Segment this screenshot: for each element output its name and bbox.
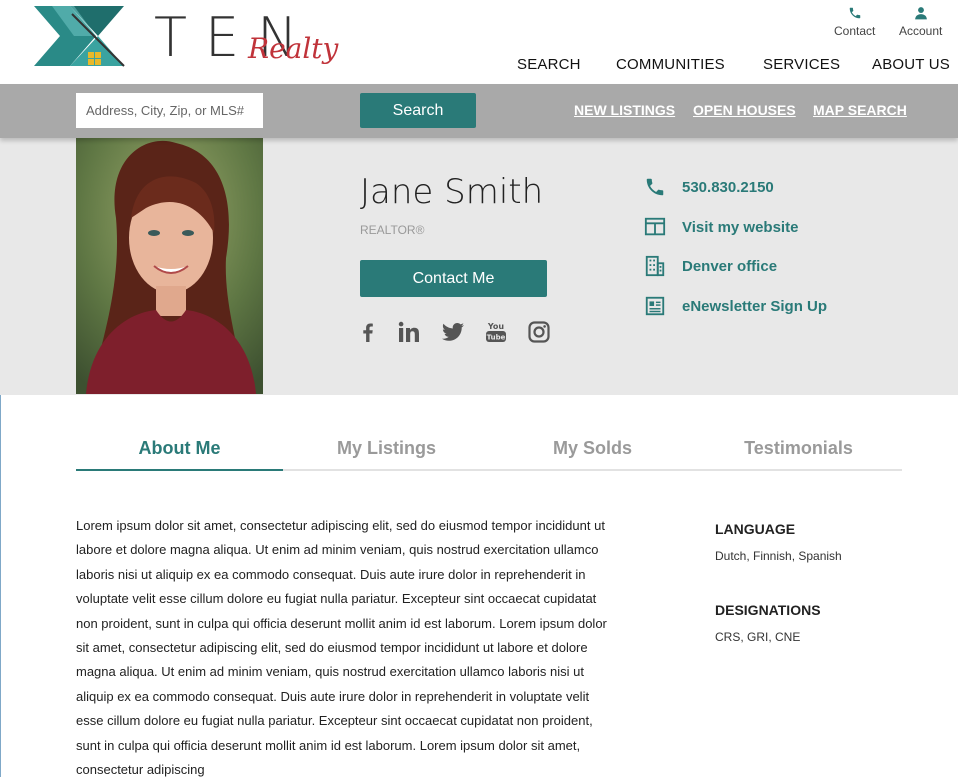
linkedin-icon (398, 321, 419, 342)
open-houses-link[interactable]: OPEN HOUSES (693, 102, 796, 118)
svg-text:Tube: Tube (487, 334, 506, 342)
map-search-link[interactable]: MAP SEARCH (813, 102, 907, 118)
agent-bio: Lorem ipsum dolor sit amet, consectetur … (76, 518, 607, 777)
nav-about-us[interactable]: ABOUT US (872, 56, 950, 73)
nav-search[interactable]: SEARCH (517, 56, 581, 73)
agent-title: REALTOR® (360, 223, 425, 237)
site-header: TEN Realty Contact Account SEARCH COMMUN… (0, 0, 958, 84)
tab-my-listings[interactable]: My Listings (283, 438, 490, 471)
header-contact-label: Contact (834, 24, 876, 38)
youtube-icon: You Tube (486, 322, 506, 342)
search-bar: Search NEW LISTINGS OPEN HOUSES MAP SEAR… (0, 84, 958, 138)
nav-services[interactable]: SERVICES (763, 56, 840, 73)
logo-tagline: Realty (248, 32, 339, 65)
linkedin-link[interactable] (397, 320, 421, 344)
search-button[interactable]: Search (360, 93, 476, 128)
tab-my-solds[interactable]: My Solds (489, 438, 696, 471)
newsletter-signup-link[interactable]: eNewsletter Sign Up (644, 295, 827, 317)
designations-value: CRS, GRI, CNE (715, 630, 801, 644)
tab-about-me[interactable]: About Me (76, 438, 283, 471)
language-heading: LANGUAGE (715, 521, 796, 537)
building-icon (645, 255, 665, 277)
user-icon (914, 7, 927, 20)
facebook-link[interactable] (356, 320, 380, 344)
svg-text:You: You (487, 322, 505, 331)
agent-photo (76, 138, 263, 394)
agent-phone-link[interactable]: 530.830.2150 (644, 176, 774, 198)
agent-office: Denver office (682, 257, 778, 275)
instagram-icon (528, 321, 550, 343)
instagram-link[interactable] (527, 320, 551, 344)
agent-website-link[interactable]: Visit my website (644, 216, 798, 238)
youtube-link[interactable]: You Tube (484, 320, 508, 344)
facebook-icon (363, 323, 373, 342)
contact-me-button[interactable]: Contact Me (360, 260, 547, 297)
website-icon (644, 217, 666, 236)
brand-logo[interactable]: TEN Realty (34, 6, 338, 76)
header-contact-link[interactable]: Contact (834, 6, 875, 38)
nav-communities[interactable]: COMMUNITIES (616, 56, 725, 73)
twitter-icon (442, 323, 464, 341)
logo-x-icon (34, 6, 125, 67)
agent-website: Visit my website (682, 218, 799, 236)
phone-icon (849, 7, 860, 19)
header-account-label: Account (899, 24, 943, 38)
newsletter-signup: eNewsletter Sign Up (682, 297, 828, 315)
search-input[interactable] (76, 93, 263, 128)
agent-office-link[interactable]: Denver office (644, 255, 777, 277)
agent-name: Jane Smith (360, 172, 544, 212)
new-listings-link[interactable]: NEW LISTINGS (574, 102, 675, 118)
header-account-link[interactable]: Account (899, 6, 942, 38)
profile-tabs: About Me My Listings My Solds Testimonia… (76, 438, 902, 471)
designations-heading: DESIGNATIONS (715, 602, 821, 618)
phone-icon (646, 178, 664, 196)
twitter-link[interactable] (441, 320, 465, 344)
language-value: Dutch, Finnish, Spanish (715, 549, 842, 563)
tab-testimonials[interactable]: Testimonials (695, 438, 902, 471)
agent-phone: 530.830.2150 (682, 178, 774, 196)
newsletter-icon (645, 296, 665, 316)
agent-profile: Jane Smith REALTOR® Contact Me You Tube 5… (0, 138, 958, 395)
